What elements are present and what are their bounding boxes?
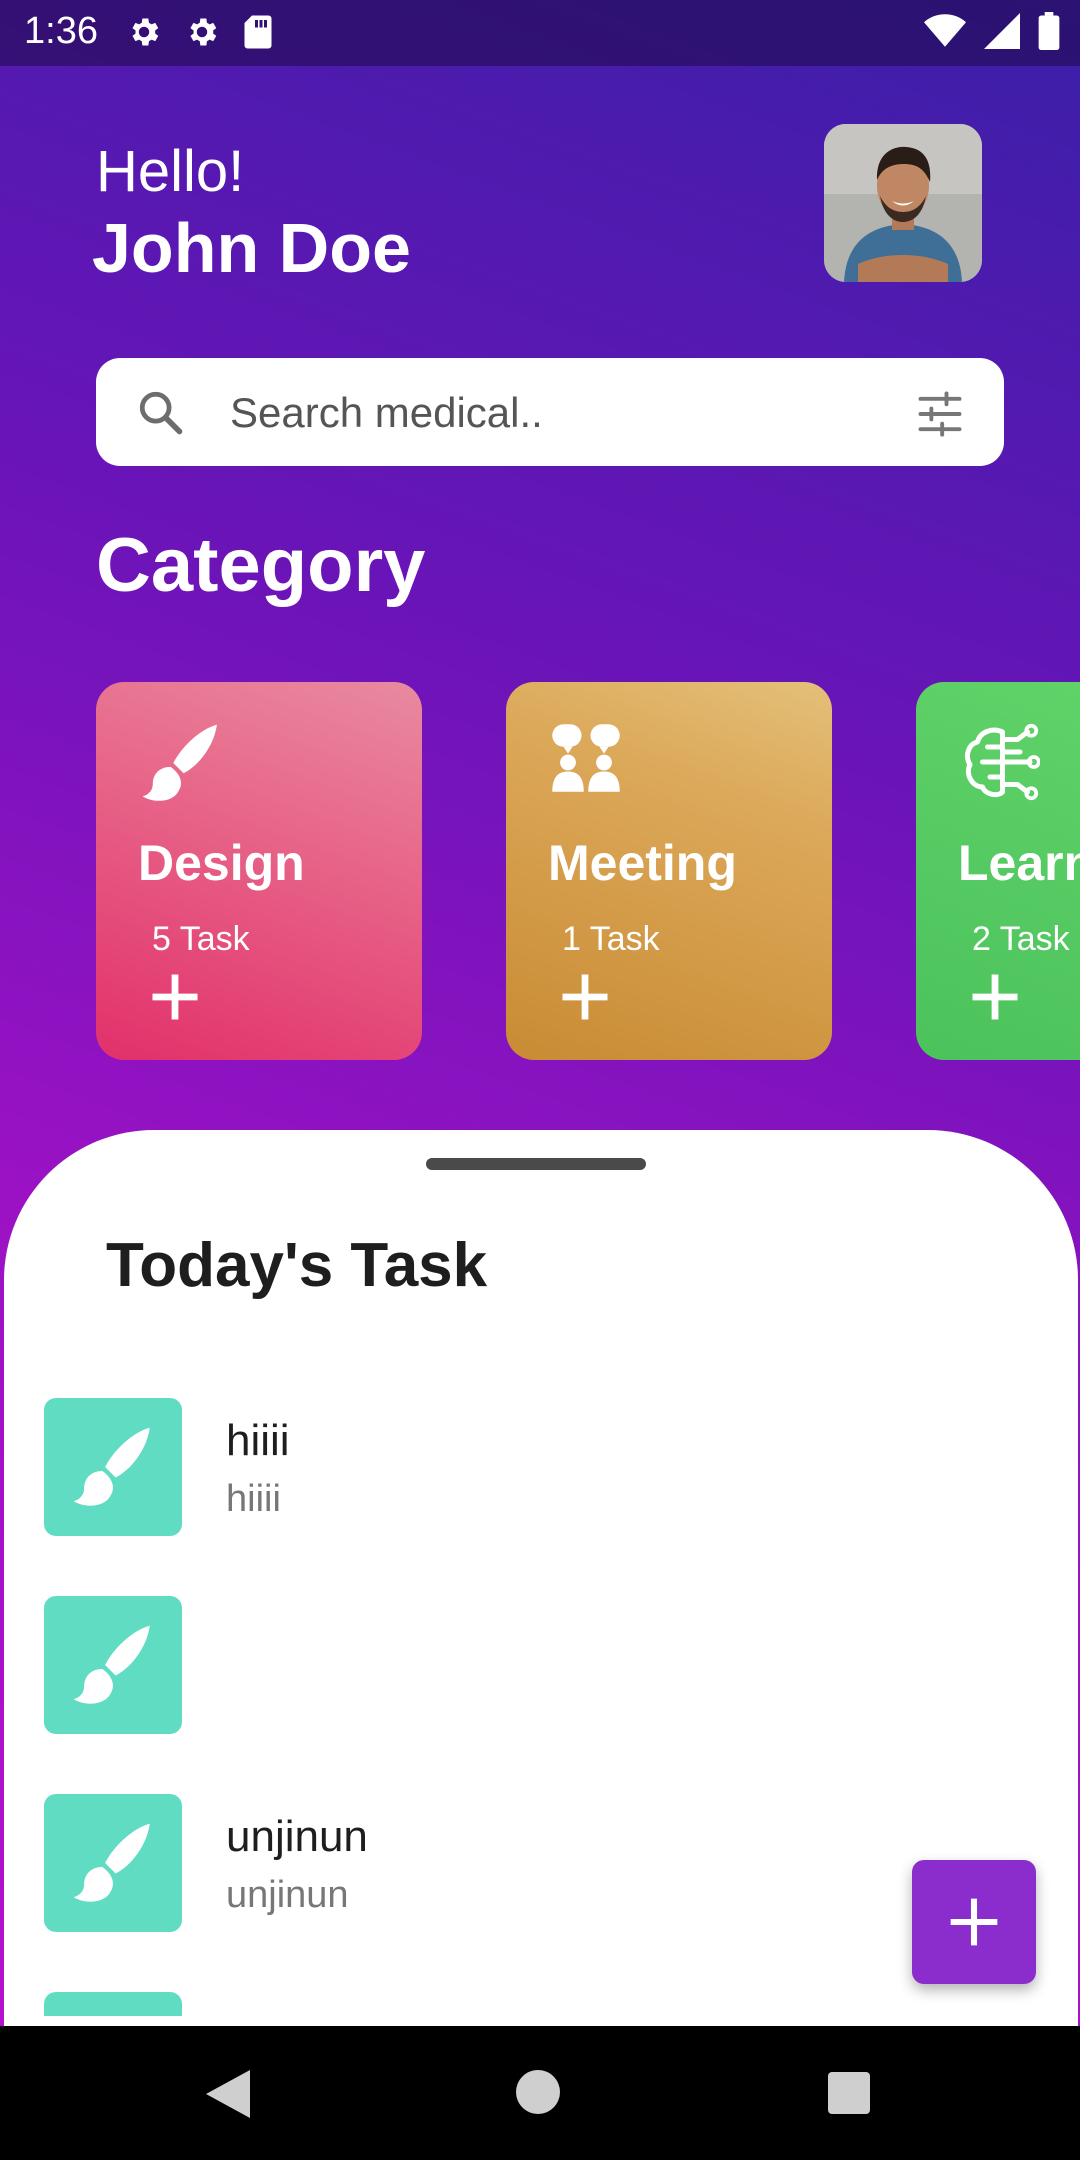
category-card-learning[interactable]: Learning 2 Task xyxy=(916,682,1080,1060)
filter-icon[interactable] xyxy=(914,388,966,440)
category-card-title: Design xyxy=(138,835,305,891)
people-icon xyxy=(552,724,620,792)
recents-icon[interactable] xyxy=(828,2072,870,2114)
task-item[interactable]: hiiii hiiii xyxy=(44,1398,1044,1536)
category-card-design[interactable]: Design 5 Task xyxy=(96,682,422,1060)
system-nav-bar xyxy=(0,2026,1080,2160)
task-title: unjinun xyxy=(226,1812,368,1861)
plus-icon[interactable] xyxy=(558,970,612,1024)
status-notifications xyxy=(126,14,274,50)
task-title: hiiii xyxy=(226,1416,290,1465)
status-system-icons xyxy=(924,12,1060,50)
task-item[interactable] xyxy=(44,1596,1044,1734)
gear-icon xyxy=(190,18,217,46)
task-thumbnail xyxy=(44,1596,182,1734)
search-input[interactable] xyxy=(228,384,872,442)
add-task-button[interactable] xyxy=(912,1860,1036,1984)
task-item[interactable]: unjinun unjinun xyxy=(44,1794,1044,1932)
cell-signal-icon xyxy=(984,13,1020,49)
search-bar[interactable] xyxy=(96,358,1004,466)
battery-icon xyxy=(1038,12,1060,50)
task-thumbnail xyxy=(44,1794,182,1932)
category-card-title: Meeting xyxy=(548,835,737,891)
today-task-title: Today's Task xyxy=(106,1231,488,1300)
profile-photo xyxy=(824,124,982,282)
category-card-meeting[interactable]: Meeting 1 Task xyxy=(506,682,832,1060)
drag-handle[interactable] xyxy=(426,1158,646,1170)
task-subtitle: unjinun xyxy=(226,1874,349,1916)
brush-icon xyxy=(73,1427,150,1506)
brush-icon xyxy=(142,724,217,801)
category-title: Category xyxy=(96,523,426,608)
status-time: 1:36 xyxy=(24,10,98,52)
task-item[interactable] xyxy=(44,1992,1044,2016)
sd-card-icon xyxy=(244,15,272,49)
search-icon xyxy=(139,391,183,435)
category-card-count: 2 Task xyxy=(972,920,1070,958)
category-card-count: 5 Task xyxy=(152,920,250,958)
greeting-text: Hello! xyxy=(96,139,245,204)
back-icon[interactable] xyxy=(206,2070,250,2118)
category-card-count: 1 Task xyxy=(562,920,660,958)
brush-icon xyxy=(73,1823,150,1902)
app-screen: 1:36 Hello! John Doe Search medical.. Ca… xyxy=(0,0,1080,2026)
category-card-title: Learning xyxy=(958,835,1080,891)
plus-icon[interactable] xyxy=(968,970,1022,1024)
task-thumbnail xyxy=(44,1992,182,2016)
brain-circuit-icon xyxy=(965,723,1040,801)
task-thumbnail xyxy=(44,1398,182,1536)
home-icon[interactable] xyxy=(516,2070,560,2114)
avatar[interactable] xyxy=(824,124,982,282)
status-bar: 1:36 xyxy=(0,0,1080,66)
wifi-icon xyxy=(924,14,966,47)
task-subtitle: hiiii xyxy=(226,1478,281,1520)
plus-icon xyxy=(950,1898,998,1946)
brush-icon xyxy=(73,1625,150,1704)
plus-icon[interactable] xyxy=(148,970,202,1024)
user-name: John Doe xyxy=(92,209,411,287)
gear-icon xyxy=(132,18,159,46)
